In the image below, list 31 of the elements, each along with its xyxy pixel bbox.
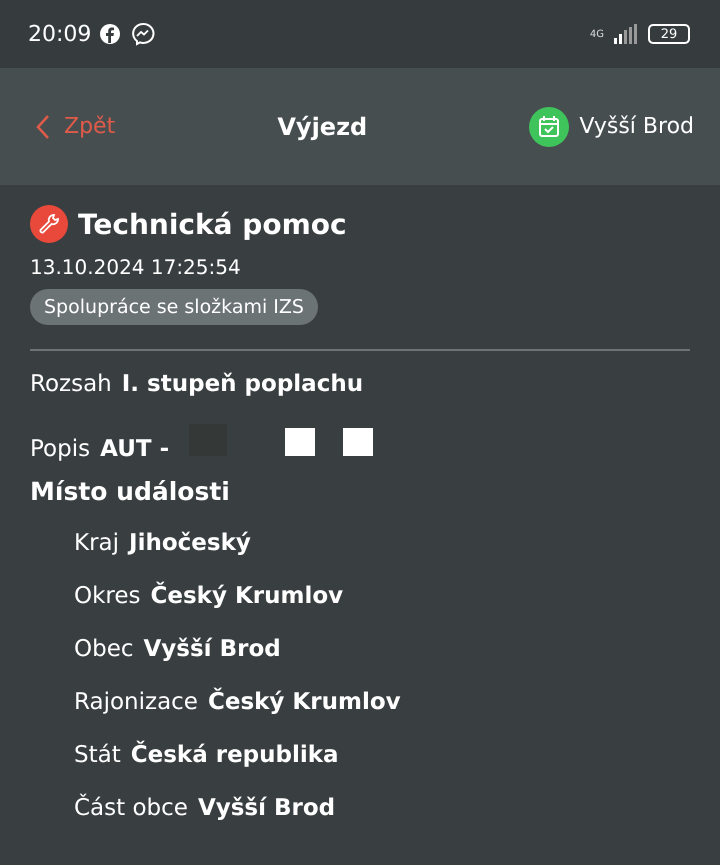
clock: 20:09 <box>28 22 92 46</box>
network-label: 4G <box>590 28 604 40</box>
calendar-icon <box>529 106 570 146</box>
field-label: Popis <box>30 436 90 462</box>
event-datetime: 13.10.2024 17:25:54 <box>30 255 242 279</box>
field-label: Kraj <box>74 530 120 556</box>
field-label: Rajonizace <box>74 689 198 715</box>
chat-icon <box>131 22 156 46</box>
signal-icon <box>614 24 638 44</box>
wrench-icon <box>30 205 68 243</box>
chevron-left-icon <box>36 114 50 140</box>
field-value: Vyšší Brod <box>144 636 281 662</box>
field-value: Česká republika <box>130 742 339 768</box>
field-label: Část obce <box>74 795 188 821</box>
section-title: Místo události <box>30 477 230 506</box>
field-label: Okres <box>74 583 141 609</box>
field-value: AUT - <box>100 436 170 462</box>
field-value: Český Krumlov <box>208 689 401 715</box>
event-tag: Spolupráce se složkami IZS <box>30 289 318 325</box>
station-button[interactable]: Vyšší Brod <box>529 106 694 146</box>
field-value: Český Krumlov <box>150 583 344 609</box>
facebook-icon <box>99 23 122 45</box>
field-value: Jihočeský <box>129 530 251 556</box>
field-value: I. stupeň poplachu <box>122 371 364 397</box>
field-label: Rozsah <box>30 371 112 397</box>
field-label: Stát <box>74 742 121 768</box>
field-label: Obec <box>74 636 134 662</box>
event-title: Technická pomoc <box>78 208 347 240</box>
battery-indicator: 29 <box>648 24 690 44</box>
field-value: Vyšší Brod <box>198 795 336 821</box>
page-title: Výjezd <box>276 112 368 140</box>
